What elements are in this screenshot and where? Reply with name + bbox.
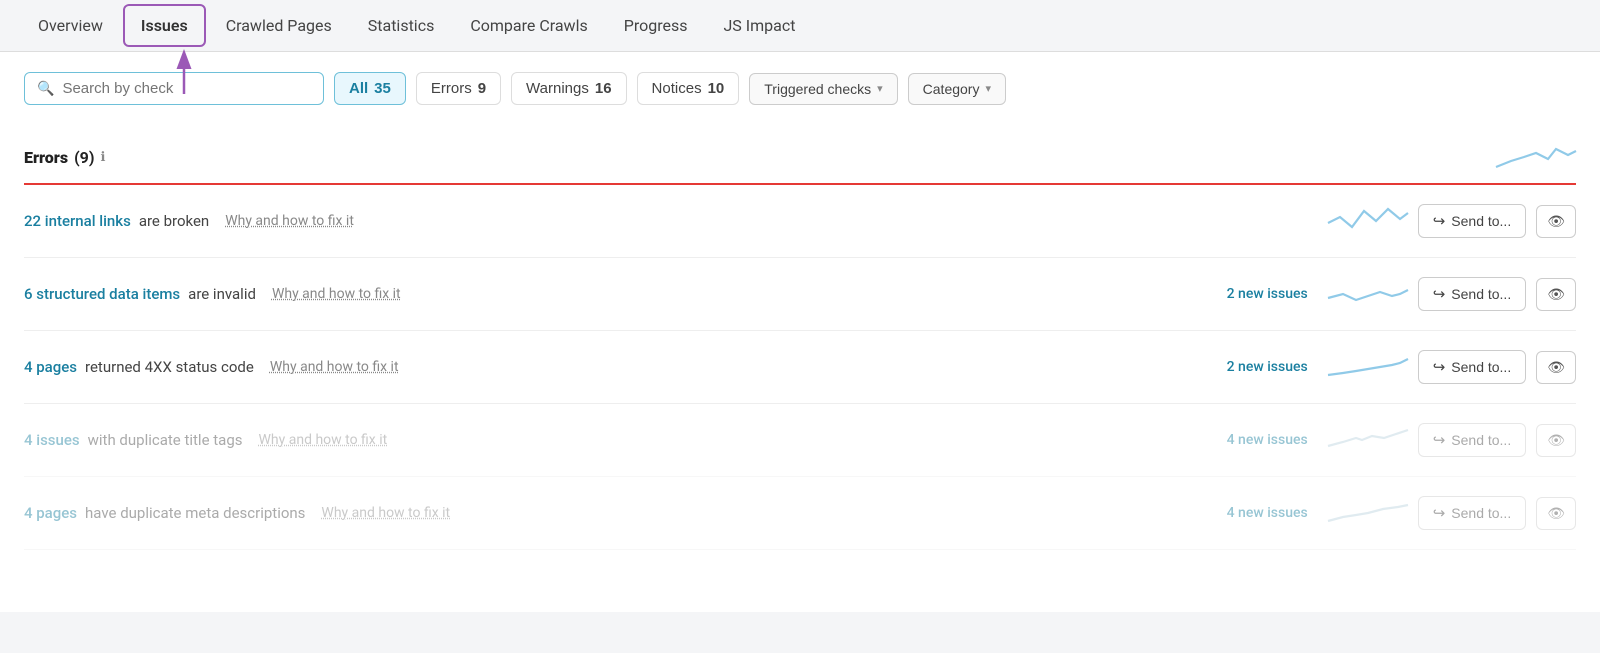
eye-button[interactable]: 👁 <box>1536 424 1576 457</box>
nav-js-impact[interactable]: JS Impact <box>705 2 813 49</box>
issue-row-broken-links: 22 internal links are broken Why and how… <box>24 185 1576 258</box>
chevron-down-icon: ▾ <box>985 82 991 95</box>
eye-button[interactable]: 👁 <box>1536 205 1576 238</box>
sparkline <box>1328 422 1408 458</box>
send-icon: ↪ <box>1433 285 1446 303</box>
issues-list: 22 internal links are broken Why and how… <box>24 185 1576 550</box>
chevron-down-icon: ▾ <box>877 82 883 95</box>
eye-icon: 👁 <box>1547 432 1565 449</box>
filter-all-button[interactable]: All 35 <box>334 72 406 105</box>
issue-text: 6 structured data items are invalid Why … <box>24 285 1188 303</box>
send-icon: ↪ <box>1433 431 1446 449</box>
new-issues-badge: 2 new issues <box>1198 286 1308 302</box>
send-to-label: Send to... <box>1451 432 1511 448</box>
sparkline <box>1328 349 1408 385</box>
fix-link[interactable]: Why and how to fix it <box>259 432 388 448</box>
filter-warnings-button[interactable]: Warnings 16 <box>511 72 627 105</box>
eye-button[interactable]: 👁 <box>1536 351 1576 384</box>
new-issues-badge: 4 new issues <box>1198 505 1308 521</box>
eye-icon: 👁 <box>1547 286 1565 303</box>
eye-button[interactable]: 👁 <box>1536 497 1576 530</box>
issue-text: 4 issues with duplicate title tags Why a… <box>24 431 1188 449</box>
send-to-label: Send to... <box>1451 505 1511 521</box>
issue-count-link[interactable]: 4 pages <box>24 358 77 376</box>
issue-count-link[interactable]: 4 issues <box>24 431 80 449</box>
send-icon: ↪ <box>1433 212 1446 230</box>
errors-title: Errors (9) ℹ <box>24 148 105 167</box>
nav-issues[interactable]: Issues <box>123 4 206 47</box>
sparkline <box>1328 276 1408 312</box>
errors-section-header: Errors (9) ℹ <box>24 127 1576 185</box>
new-issues-badge: 4 new issues <box>1198 432 1308 448</box>
nav-statistics[interactable]: Statistics <box>350 2 453 49</box>
eye-icon: 👁 <box>1547 505 1565 522</box>
fix-link[interactable]: Why and how to fix it <box>225 213 354 229</box>
nav-crawled-pages[interactable]: Crawled Pages <box>208 2 350 49</box>
send-to-button[interactable]: ↪ Send to... <box>1418 204 1527 238</box>
issue-row-duplicate-title: 4 issues with duplicate title tags Why a… <box>24 404 1576 477</box>
search-box[interactable]: 🔍 <box>24 72 324 105</box>
issue-description: returned 4XX status code <box>85 358 254 376</box>
issue-text: 22 internal links are broken Why and how… <box>24 212 1188 230</box>
send-to-label: Send to... <box>1451 286 1511 302</box>
send-to-button[interactable]: ↪ Send to... <box>1418 423 1527 457</box>
send-to-button[interactable]: ↪ Send to... <box>1418 350 1527 384</box>
issue-count-link[interactable]: 4 pages <box>24 504 77 522</box>
fix-link[interactable]: Why and how to fix it <box>270 359 399 375</box>
issue-count-link[interactable]: 6 structured data items <box>24 285 180 303</box>
send-to-label: Send to... <box>1451 213 1511 229</box>
sparkline <box>1328 203 1408 239</box>
triggered-checks-dropdown[interactable]: Triggered checks ▾ <box>749 73 897 105</box>
issue-description: are broken <box>139 212 209 230</box>
eye-icon: 👁 <box>1547 213 1565 230</box>
new-issues-badge: 2 new issues <box>1198 359 1308 375</box>
main-content: 🔍 All 35 Errors 9 Warnings 16 Notices 10… <box>0 52 1600 612</box>
send-to-button[interactable]: ↪ Send to... <box>1418 277 1527 311</box>
search-input[interactable] <box>62 80 311 97</box>
send-icon: ↪ <box>1433 358 1446 376</box>
issue-count-link[interactable]: 22 internal links <box>24 212 131 230</box>
info-icon[interactable]: ℹ <box>100 150 105 165</box>
top-navigation: Overview Issues Crawled Pages Statistics… <box>0 0 1600 52</box>
filter-notices-button[interactable]: Notices 10 <box>637 72 740 105</box>
sparkline <box>1328 495 1408 531</box>
nav-overview[interactable]: Overview <box>20 2 121 49</box>
issue-row-duplicate-meta: 4 pages have duplicate meta descriptions… <box>24 477 1576 550</box>
fix-link[interactable]: Why and how to fix it <box>272 286 401 302</box>
issue-text: 4 pages have duplicate meta descriptions… <box>24 504 1188 522</box>
eye-icon: 👁 <box>1547 359 1565 376</box>
issue-text: 4 pages returned 4XX status code Why and… <box>24 358 1188 376</box>
header-sparkline <box>1496 139 1576 175</box>
fix-link[interactable]: Why and how to fix it <box>321 505 450 521</box>
eye-button[interactable]: 👁 <box>1536 278 1576 311</box>
send-to-button[interactable]: ↪ Send to... <box>1418 496 1527 530</box>
issue-row-structured-data: 6 structured data items are invalid Why … <box>24 258 1576 331</box>
issue-description: are invalid <box>188 285 256 303</box>
send-icon: ↪ <box>1433 504 1446 522</box>
filter-bar: 🔍 All 35 Errors 9 Warnings 16 Notices 10… <box>24 72 1576 105</box>
nav-progress[interactable]: Progress <box>606 2 706 49</box>
filter-errors-button[interactable]: Errors 9 <box>416 72 501 105</box>
search-icon: 🔍 <box>37 81 54 97</box>
category-dropdown[interactable]: Category ▾ <box>908 73 1006 105</box>
send-to-label: Send to... <box>1451 359 1511 375</box>
nav-compare-crawls[interactable]: Compare Crawls <box>452 2 605 49</box>
issue-row-4xx-status: 4 pages returned 4XX status code Why and… <box>24 331 1576 404</box>
issue-description: with duplicate title tags <box>88 431 243 449</box>
issue-description: have duplicate meta descriptions <box>85 504 305 522</box>
